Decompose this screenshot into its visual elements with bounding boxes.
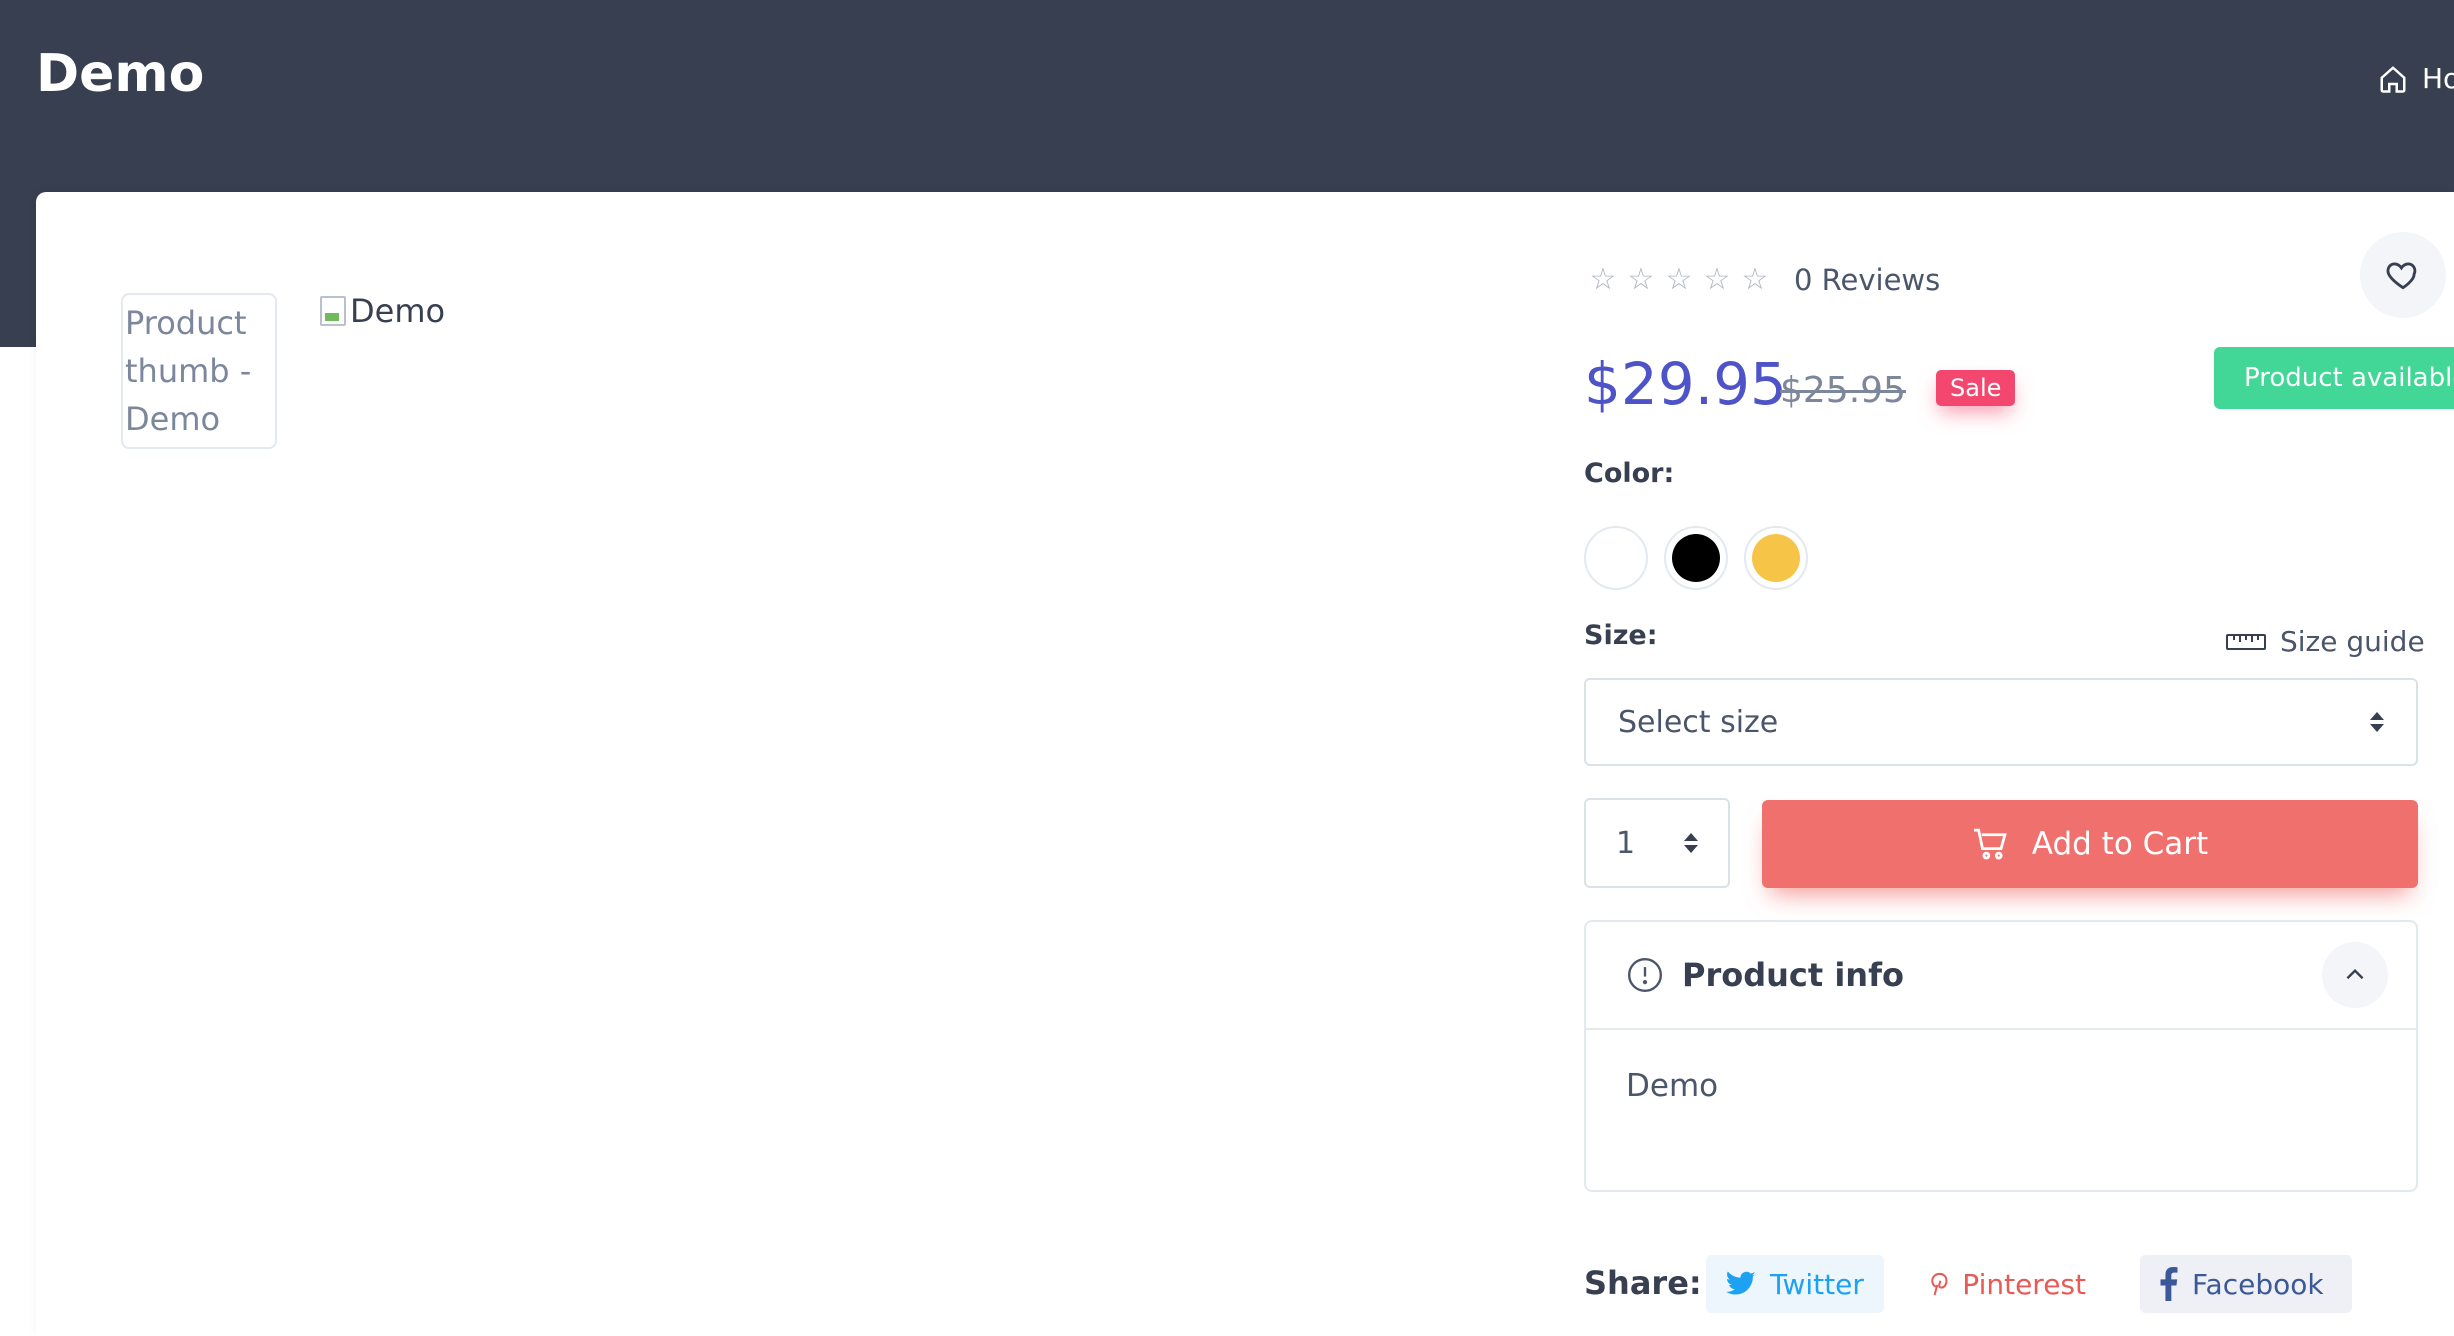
facebook-label: Facebook	[2192, 1267, 2324, 1301]
size-guide-link[interactable]: Size guide	[2226, 625, 2425, 658]
swatch-fill	[1672, 534, 1720, 582]
facebook-icon	[2160, 1267, 2178, 1301]
availability-badge: Product available	[2214, 347, 2454, 409]
breadcrumb-home-label: Ho	[2422, 62, 2454, 95]
accordion-header[interactable]: Product info	[1586, 922, 2416, 1030]
swatch-fill	[1752, 534, 1800, 582]
color-label: Color:	[1584, 458, 1675, 489]
accordion-body: Demo	[1626, 1068, 1719, 1104]
quantity-select[interactable]: 1	[1584, 798, 1730, 888]
ruler-icon	[2226, 633, 2266, 650]
twitter-label: Twitter	[1770, 1267, 1864, 1301]
add-to-cart-label: Add to Cart	[2031, 826, 2209, 862]
pinterest-icon	[1931, 1272, 1948, 1296]
size-select[interactable]: Select size	[1584, 678, 2418, 766]
availability-label: Product available	[2244, 363, 2454, 393]
star-icon: ☆	[1665, 262, 1693, 297]
star-icon: ☆	[1589, 262, 1617, 297]
size-label: Size:	[1584, 620, 1658, 651]
broken-image-icon	[320, 296, 346, 326]
color-swatch-yellow[interactable]	[1744, 526, 1808, 590]
page-title: Demo	[36, 44, 205, 104]
reviews-link[interactable]: 0 Reviews	[1794, 263, 1940, 297]
home-icon	[2380, 65, 2406, 93]
share-twitter-button[interactable]: Twitter	[1706, 1255, 1884, 1313]
add-to-cart-button[interactable]: Add to Cart	[1762, 800, 2418, 888]
accordion-title: Product info	[1682, 956, 1904, 994]
cart-icon	[1973, 828, 2007, 860]
select-arrows-icon	[1684, 833, 1698, 853]
star-icon: ☆	[1627, 262, 1655, 297]
wishlist-button[interactable]	[2360, 232, 2446, 318]
size-guide-label: Size guide	[2280, 625, 2425, 658]
accordion-toggle[interactable]	[2322, 942, 2388, 1008]
sale-badge: Sale	[1936, 370, 2016, 406]
product-thumbnail[interactable]: Product thumb - Demo	[121, 293, 277, 449]
star-icon: ☆	[1741, 262, 1769, 297]
color-swatch-black[interactable]	[1664, 526, 1728, 590]
product-rating: ☆ ☆ ☆ ☆ ☆ 0 Reviews	[1584, 262, 1941, 297]
size-select-value: Select size	[1618, 704, 1779, 740]
thumbnail-alt-text: Product thumb - Demo	[125, 304, 252, 438]
info-circle-icon	[1627, 957, 1663, 993]
breadcrumb-home-link[interactable]: Ho	[2378, 62, 2454, 95]
product-old-price: $25.95	[1780, 370, 1906, 411]
product-main-image: Demo	[320, 292, 445, 330]
product-info-accordion: Product info Demo	[1584, 920, 2418, 1192]
quantity-value: 1	[1616, 825, 1636, 861]
share-pinterest-button[interactable]: Pinterest	[1910, 1255, 2106, 1313]
main-image-alt-text: Demo	[350, 292, 446, 330]
heart-icon	[2386, 262, 2417, 290]
color-swatch-white[interactable]	[1584, 526, 1648, 590]
share-facebook-button[interactable]: Facebook	[2140, 1255, 2352, 1313]
share-label: Share:	[1584, 1264, 1702, 1302]
twitter-icon	[1726, 1271, 1756, 1295]
pinterest-label: Pinterest	[1962, 1267, 2086, 1301]
select-arrows-icon	[2370, 712, 2384, 732]
swatch-fill	[1592, 534, 1640, 582]
product-price: $29.95	[1584, 350, 1787, 418]
star-icon: ☆	[1703, 262, 1731, 297]
chevron-up-icon	[2346, 968, 2364, 980]
